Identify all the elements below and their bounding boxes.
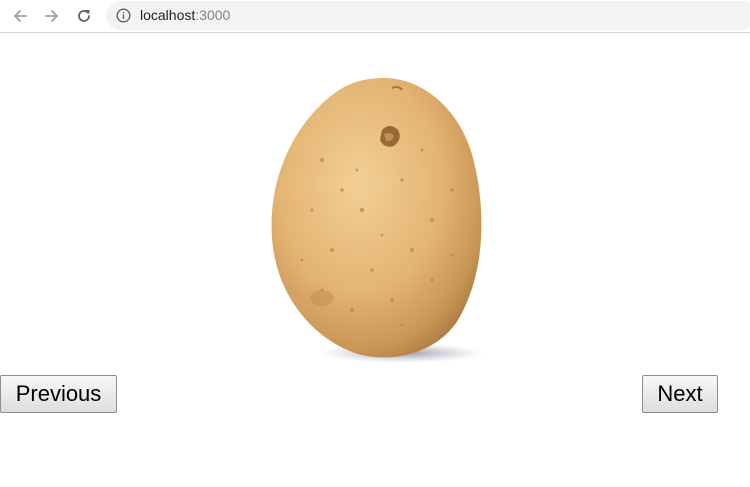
potato-image bbox=[271, 77, 484, 363]
back-button[interactable] bbox=[8, 4, 32, 28]
url-text: localhost:3000 bbox=[140, 7, 230, 23]
forward-button[interactable] bbox=[40, 4, 64, 28]
url-host: localhost bbox=[140, 7, 196, 23]
arrow-left-icon bbox=[14, 10, 27, 22]
reload-button[interactable] bbox=[72, 4, 96, 28]
address-bar[interactable]: localhost:3000 bbox=[106, 1, 750, 30]
next-button[interactable]: Next bbox=[642, 375, 718, 413]
browser-toolbar: localhost:3000 bbox=[0, 0, 750, 33]
arrow-right-icon bbox=[45, 10, 58, 22]
info-icon[interactable] bbox=[116, 8, 131, 23]
url-port: :3000 bbox=[195, 7, 231, 23]
reload-icon bbox=[78, 10, 90, 22]
previous-button[interactable]: Previous bbox=[0, 375, 117, 413]
